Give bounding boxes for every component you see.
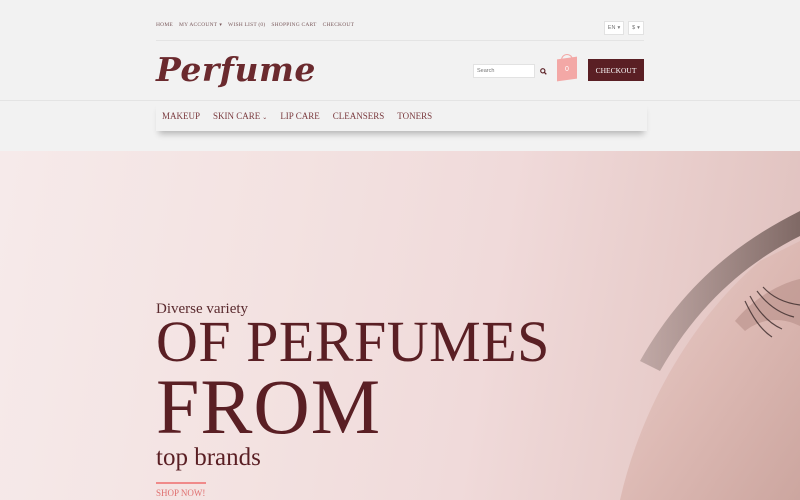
cart-button[interactable]: 0 [557,56,577,82]
search-button[interactable] [537,64,549,78]
caret-down-icon: ▾ [219,23,223,28]
main-nav: MAKEUP SKIN CARE ⌄ LIP CARE CLEANSERS TON… [156,101,647,131]
caret-down-icon: ▾ [637,25,640,31]
shopping-cart-link[interactable]: SHOPPING CART [271,22,316,28]
currency-selector[interactable]: $ ▾ [628,21,644,35]
my-account-link[interactable]: MY ACCOUNT ▾ [179,22,222,28]
wish-list-link[interactable]: WISH LIST (0) [228,22,265,28]
checkout-link[interactable]: CHECKOUT [323,22,355,28]
site-logo[interactable]: Perfume [156,50,316,89]
search-icon [539,67,547,75]
nav-item-makeup[interactable]: MAKEUP [162,111,200,121]
top-utility-bar: HOME MY ACCOUNT ▾ WISH LIST (0) SHOPPING … [0,0,800,42]
divider [156,482,206,484]
nav-item-lip-care[interactable]: LIP CARE [280,111,319,121]
hero-heading-line2: FROM [156,363,382,450]
divider [156,40,644,41]
caret-down-icon: ⌄ [262,115,268,121]
cart-count: 0 [565,65,569,73]
home-link[interactable]: HOME [156,22,173,28]
hero-banner: Diverse variety OF PERFUMES FROM top bra… [0,151,800,500]
nav-item-toners[interactable]: TONERS [397,111,432,121]
my-account-label: MY ACCOUNT [179,22,218,28]
checkout-button[interactable]: CHECKOUT [588,59,644,81]
language-value: EN [607,25,616,31]
caret-down-icon: ▾ [617,25,621,31]
top-links: HOME MY ACCOUNT ▾ WISH LIST (0) SHOPPING … [156,22,354,28]
search-input[interactable] [473,64,535,78]
nav-item-label: SKIN CARE [213,111,261,121]
nav-item-cleansers[interactable]: CLEANSERS [333,111,385,121]
currency-value: $ [632,25,636,31]
language-selector[interactable]: EN ▾ [604,21,624,35]
hero-heading-line3: top brands [156,444,261,471]
nav-item-skin-care[interactable]: SKIN CARE ⌄ [213,111,267,121]
shop-now-link[interactable]: SHOP NOW! [156,488,205,498]
